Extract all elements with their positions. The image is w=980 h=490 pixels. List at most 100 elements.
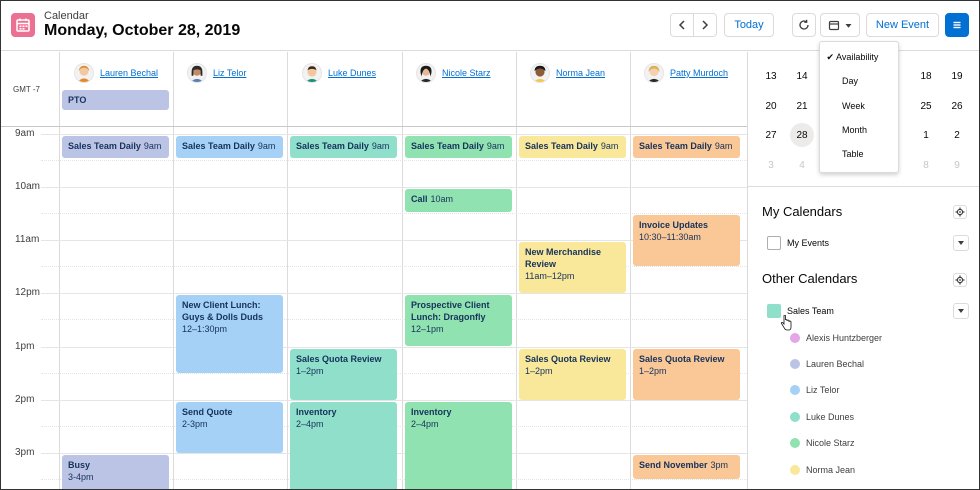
person-header-nicole[interactable]: Nicole Starz xyxy=(416,62,491,84)
my-events-checkbox[interactable] xyxy=(767,236,781,250)
mini-calendar-day[interactable]: 4 xyxy=(790,153,814,177)
event-liz-daily[interactable]: Sales Team Daily 9am xyxy=(176,136,283,158)
calendar-member-alexis[interactable]: Alexis Huntzberger xyxy=(790,331,882,345)
hour-line xyxy=(41,293,747,294)
previous-day-button[interactable] xyxy=(670,13,694,37)
mini-calendar-day[interactable]: 14 xyxy=(790,64,814,88)
hour-label: 11am xyxy=(15,234,40,245)
event-time: 2–4pm xyxy=(411,419,439,429)
event-title: Send November xyxy=(639,460,708,470)
view-menu-item-day[interactable]: Day xyxy=(820,70,898,92)
calendar-member-lauren[interactable]: Lauren Bechal xyxy=(790,357,864,371)
person-header-norma[interactable]: Norma Jean xyxy=(530,62,605,84)
view-switcher-button[interactable] xyxy=(820,13,860,37)
avatar xyxy=(416,63,436,83)
mini-calendar-day[interactable]: 3 xyxy=(759,153,783,177)
view-menu-item-week[interactable]: Week xyxy=(820,95,898,117)
event-luke-inventory[interactable]: Inventory 2–4pm xyxy=(290,402,397,489)
event-title: Prospective Client Lunch: Dragonfly xyxy=(411,300,490,322)
person-name-link[interactable]: Liz Telor xyxy=(213,68,246,78)
person-name-link[interactable]: Norma Jean xyxy=(556,68,605,78)
event-lauren-busy[interactable]: Busy 3-4pm xyxy=(62,455,169,489)
person-name-link[interactable]: Nicole Starz xyxy=(442,68,491,78)
mini-calendar-day[interactable]: 26 xyxy=(945,94,969,118)
my-events-menu-button[interactable] xyxy=(953,235,969,251)
event-title: Send Quote xyxy=(182,407,233,417)
mini-calendar-day[interactable]: 8 xyxy=(914,153,938,177)
mini-calendar-day[interactable]: 27 xyxy=(759,123,783,147)
menu-button[interactable] xyxy=(945,13,969,37)
event-nicole-inventory[interactable]: Inventory 2–4pm xyxy=(405,402,512,489)
timezone-label: GMT -7 xyxy=(13,85,40,94)
event-norma-quota[interactable]: Sales Quota Review 1–2pm xyxy=(519,349,626,400)
person-header-patty[interactable]: Patty Murdoch xyxy=(644,62,728,84)
event-time: 10:30–11:30am xyxy=(639,232,701,242)
event-title: Call xyxy=(411,194,428,204)
event-nicole-lunch[interactable]: Prospective Client Lunch: Dragonfly 12–1p… xyxy=(405,295,512,346)
calendar-member-nicole[interactable]: Nicole Starz xyxy=(790,436,855,450)
event-patty-november[interactable]: Send November 3pm xyxy=(633,455,740,479)
mini-calendar-day[interactable]: 1 xyxy=(914,123,938,147)
event-lauren-daily[interactable]: Sales Team Daily 9am xyxy=(62,136,169,158)
event-luke-daily[interactable]: Sales Team Daily 9am xyxy=(290,136,397,158)
avatar xyxy=(530,63,550,83)
event-time: 12–1:30pm xyxy=(182,324,228,334)
sales-team-checkbox[interactable] xyxy=(767,304,781,318)
person-name-link[interactable]: Lauren Bechal xyxy=(100,68,158,78)
sales-team-menu-button[interactable] xyxy=(953,303,969,319)
event-time: 3pm xyxy=(710,460,729,470)
half-hour-line xyxy=(41,160,747,161)
mini-calendar-day[interactable]: 20 xyxy=(759,94,783,118)
mini-calendar-day[interactable]: 9 xyxy=(945,153,969,177)
event-time: 12–1pm xyxy=(411,324,444,334)
event-title: Sales Team Daily xyxy=(296,141,369,151)
my-calendars-settings-button[interactable] xyxy=(953,205,967,219)
calendar-member-luke[interactable]: Luke Dunes xyxy=(790,410,854,424)
event-title: Sales Team Daily xyxy=(68,141,141,151)
event-patty-quota[interactable]: Sales Quota Review 1–2pm xyxy=(633,349,740,400)
person-header-lauren[interactable]: Lauren Bechal xyxy=(74,62,158,84)
calendar-color-dot xyxy=(790,385,800,395)
hour-line xyxy=(41,187,747,188)
half-hour-line xyxy=(41,266,747,267)
event-luke-quota[interactable]: Sales Quota Review 1–2pm xyxy=(290,349,397,400)
view-menu-item-table[interactable]: Table xyxy=(820,143,898,165)
mini-calendar-day[interactable]: 25 xyxy=(914,94,938,118)
section-divider xyxy=(748,186,979,187)
mini-calendar-day[interactable]: 2 xyxy=(945,123,969,147)
next-day-button[interactable] xyxy=(693,13,717,37)
event-norma-merch[interactable]: New Merchandise Review 11am–12pm xyxy=(519,242,626,293)
mini-calendar-day[interactable]: 19 xyxy=(945,64,969,88)
event-liz-lunch[interactable]: New Client Lunch: Guys & Dolls Duds 12–1:… xyxy=(176,295,283,373)
hour-label: 12pm xyxy=(15,287,41,298)
event-title: Busy xyxy=(68,460,91,470)
view-menu-item-month[interactable]: Month xyxy=(820,119,898,141)
event-nicole-daily[interactable]: Sales Team Daily 9am xyxy=(405,136,512,158)
event-patty-invoice[interactable]: Invoice Updates 10:30–11:30am xyxy=(633,215,740,266)
other-calendars-settings-button[interactable] xyxy=(953,273,967,287)
mini-calendar-day[interactable]: 13 xyxy=(759,64,783,88)
menu-item-label: Month xyxy=(842,125,868,135)
person-name-link[interactable]: Patty Murdoch xyxy=(670,68,728,78)
calendar-member-norma[interactable]: Norma Jean xyxy=(790,463,855,477)
person-header-liz[interactable]: Liz Telor xyxy=(187,62,246,84)
mini-calendar-today[interactable]: 28 xyxy=(790,123,814,147)
view-menu-item-availability[interactable]: ✔ Availability xyxy=(820,46,898,68)
mini-calendar-day[interactable]: 18 xyxy=(914,64,938,88)
event-time: 1–2pm xyxy=(525,366,553,376)
event-norma-daily[interactable]: Sales Team Daily 9am xyxy=(519,136,626,158)
new-event-button[interactable]: New Event xyxy=(866,13,939,37)
hour-line xyxy=(41,134,747,135)
calendar-member-liz[interactable]: Liz Telor xyxy=(790,383,839,397)
event-time: 9am xyxy=(714,141,733,151)
person-header-luke[interactable]: Luke Dunes xyxy=(302,62,376,84)
event-nicole-call[interactable]: Call 10am xyxy=(405,189,512,212)
today-button[interactable]: Today xyxy=(724,13,774,37)
event-liz-quote[interactable]: Send Quote 2-3pm xyxy=(176,402,283,453)
person-name-link[interactable]: Luke Dunes xyxy=(328,68,376,78)
event-pto[interactable]: PTO xyxy=(62,90,169,110)
mini-calendar-day[interactable]: 21 xyxy=(790,94,814,118)
event-patty-daily[interactable]: Sales Team Daily 9am xyxy=(633,136,740,158)
refresh-button[interactable] xyxy=(792,13,816,37)
hour-label: 10am xyxy=(15,181,41,192)
